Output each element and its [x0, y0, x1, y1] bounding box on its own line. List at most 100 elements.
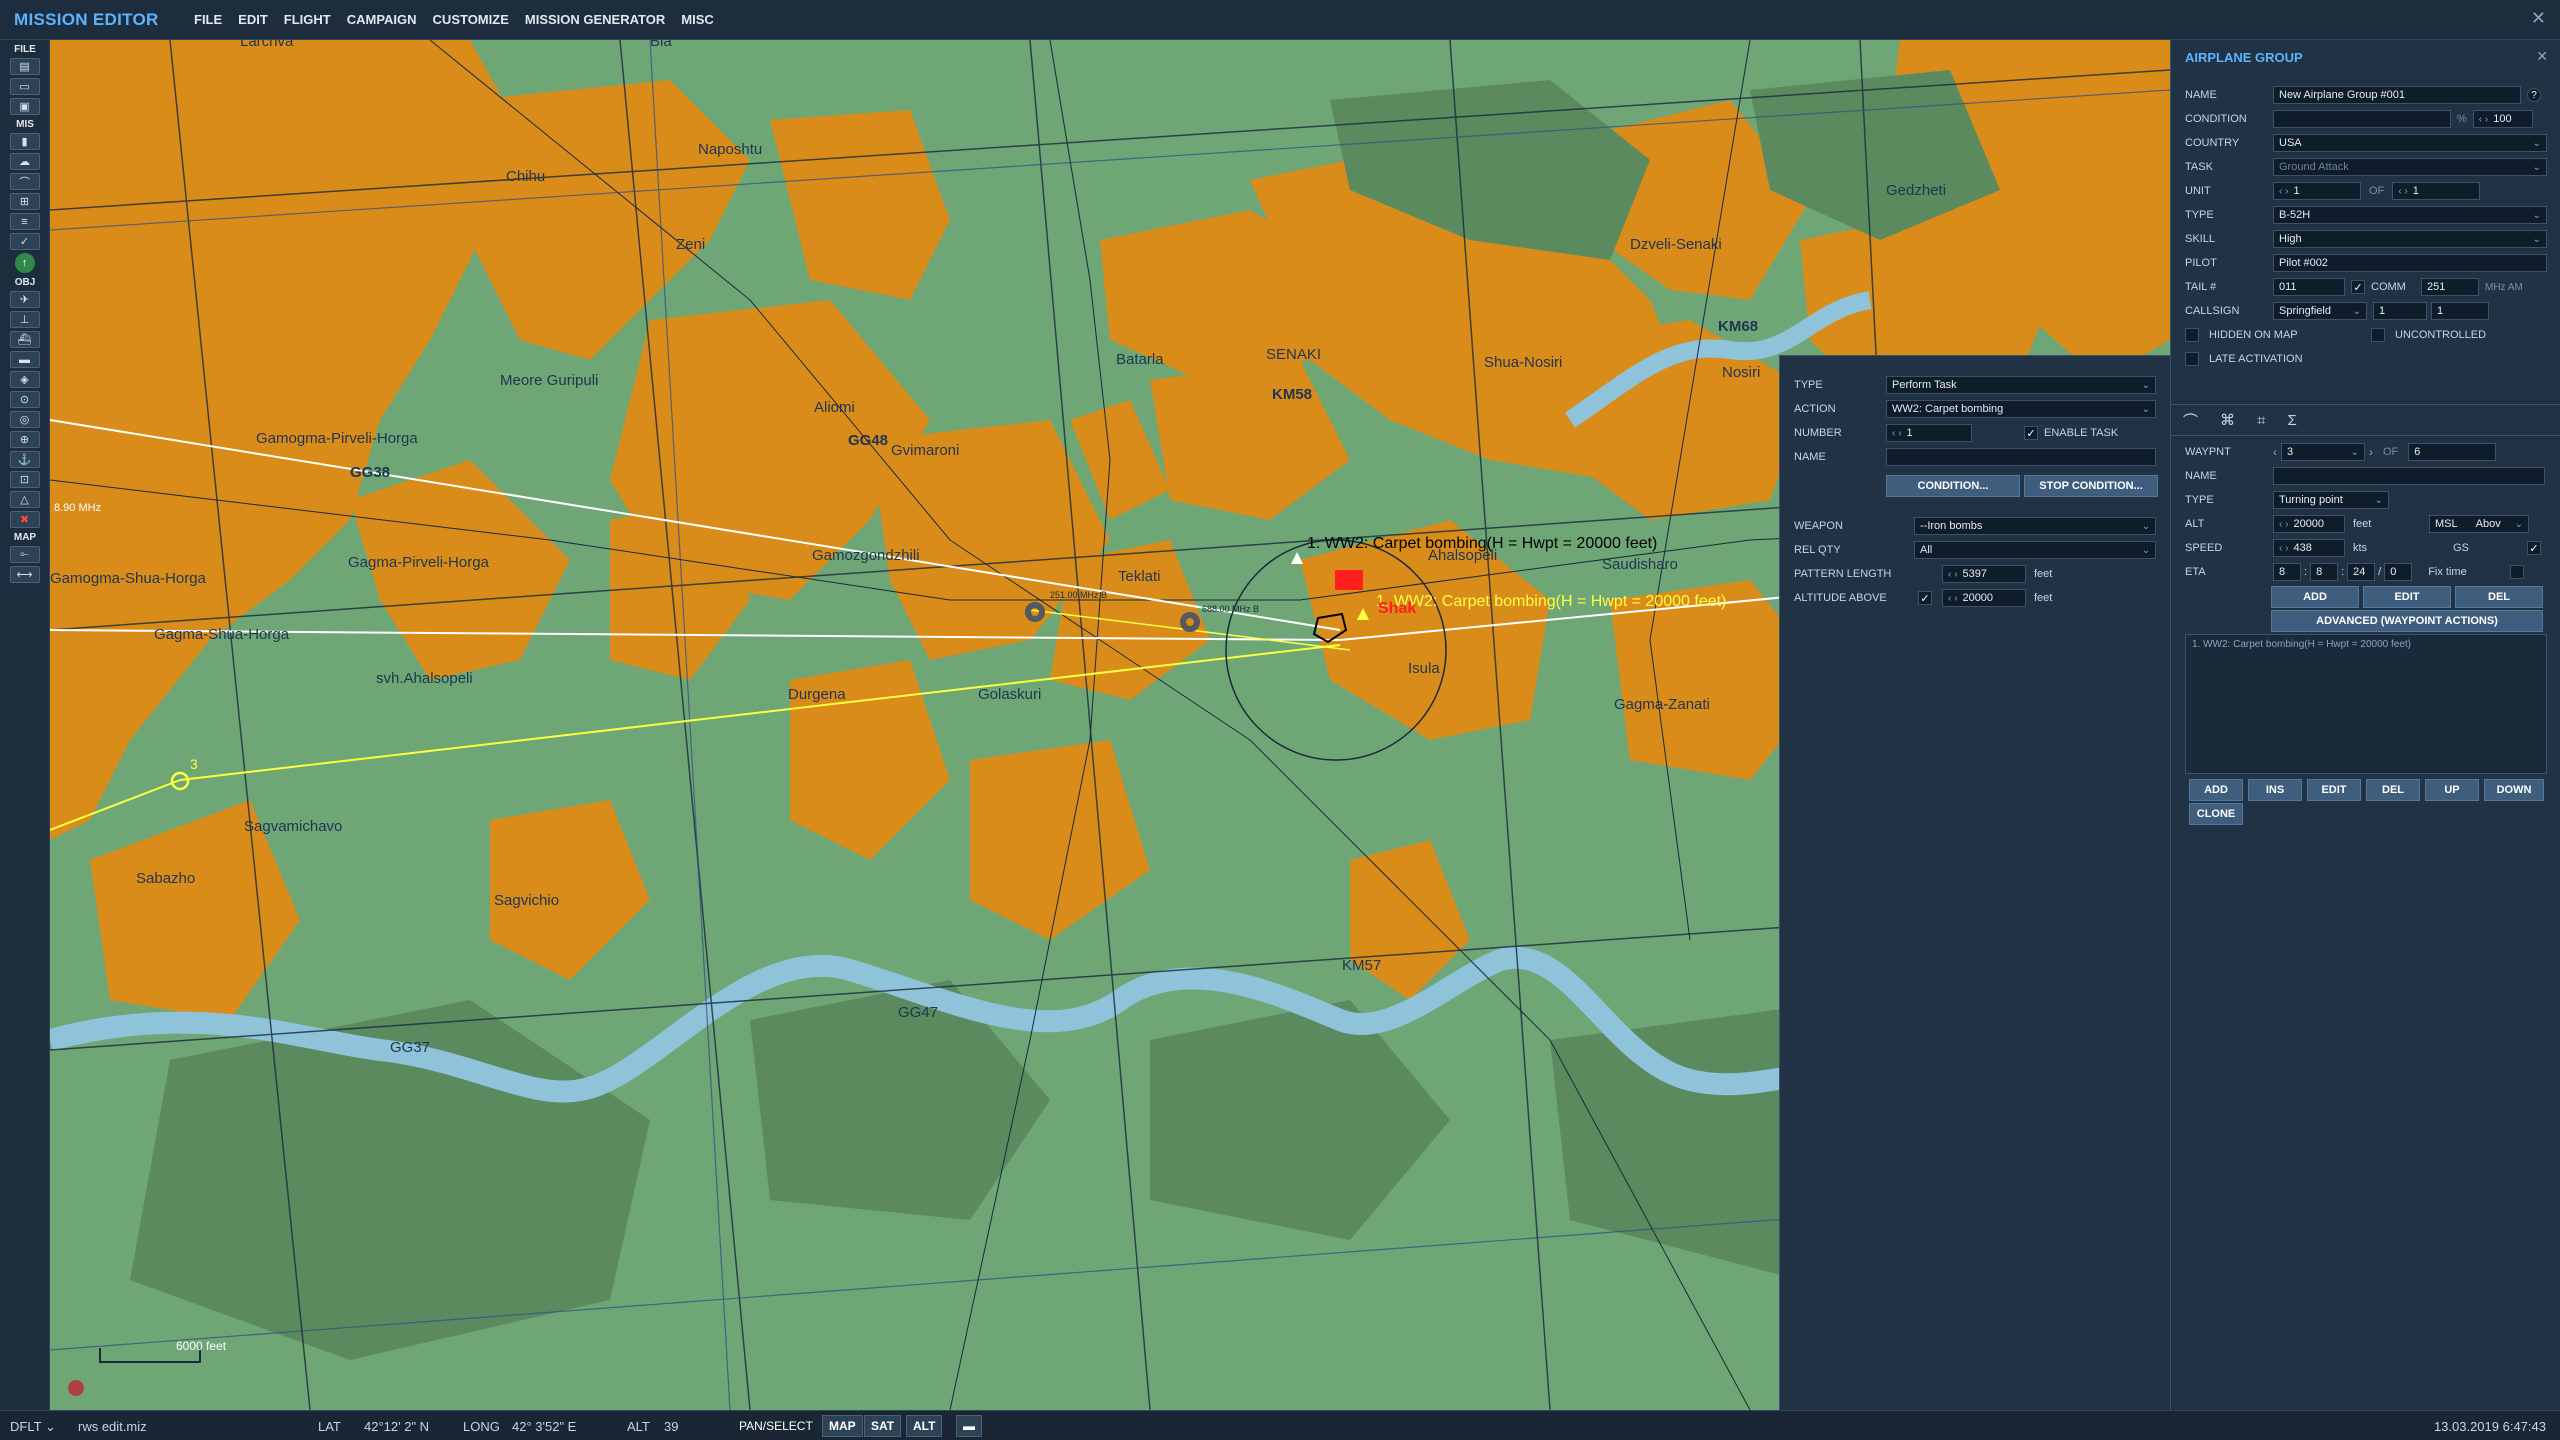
waypoint-triangle-icon[interactable]	[1291, 552, 1303, 564]
task-name-input[interactable]	[1886, 448, 2156, 466]
group-name-input[interactable]: New Airplane Group #001	[2273, 86, 2521, 104]
resource-icon[interactable]: ≡	[9, 213, 40, 230]
gs-checkbox[interactable]: ✓	[2527, 541, 2541, 555]
altitude-above-checkbox[interactable]: ✓	[1918, 591, 1932, 605]
menu-mission-generator[interactable]: MISSION GENERATOR	[523, 12, 667, 27]
route-tab-icon[interactable]: ⌒	[2183, 410, 2198, 431]
close-icon[interactable]: ✕	[2531, 8, 2546, 29]
helicopter-icon[interactable]: ⊥	[9, 311, 40, 328]
task-type-select[interactable]: Perform Task ⌄	[1886, 376, 2156, 394]
check-icon[interactable]: ✓	[9, 233, 40, 250]
eta-minute[interactable]: 24	[2347, 563, 2376, 581]
action-up-button[interactable]: UP	[2425, 779, 2479, 801]
advanced-waypoint-actions-button[interactable]: ADVANCED (WAYPOINT ACTIONS)	[2271, 610, 2543, 632]
pilot-input[interactable]: Pilot #002	[2273, 254, 2547, 272]
fix-time-checkbox[interactable]	[2510, 565, 2525, 579]
uncontrolled-checkbox[interactable]	[2371, 328, 2385, 342]
eta-day[interactable]: 8	[2273, 563, 2301, 581]
help-icon[interactable]: ?	[2527, 88, 2541, 102]
weapon-select[interactable]: --Iron bombs ⌄	[1914, 517, 2156, 535]
unit-stepper[interactable]: ‹ › 1	[2273, 182, 2361, 200]
prev-waypoint-icon[interactable]: ‹	[2273, 445, 2277, 459]
weather-icon[interactable]: ☁	[9, 153, 40, 170]
late-activation-checkbox[interactable]	[2185, 352, 2199, 366]
next-waypoint-icon[interactable]: ›	[2369, 445, 2373, 459]
eta-second[interactable]: 0	[2384, 563, 2413, 581]
loadout-tab-icon[interactable]: ⌘	[2220, 411, 2235, 429]
hidden-on-map-checkbox[interactable]	[2185, 328, 2199, 342]
action-down-button[interactable]: DOWN	[2484, 779, 2544, 801]
action-add-button[interactable]: ADD	[2189, 779, 2243, 801]
profile-select[interactable]: DFLT ⌄	[10, 1419, 56, 1435]
map-mode-button[interactable]: MAP	[822, 1415, 863, 1437]
satellite-mode-button[interactable]: SAT	[864, 1415, 902, 1437]
relqty-select[interactable]: All ⌄	[1914, 541, 2156, 559]
panel-close-icon[interactable]: ✕	[2536, 48, 2548, 65]
measure-icon[interactable]: ⟷	[9, 566, 40, 583]
comm-frequency-input[interactable]: 251	[2421, 278, 2479, 296]
save-file-icon[interactable]: ▣	[9, 98, 40, 115]
briefing-icon[interactable]: ▮	[9, 133, 40, 150]
eta-hour[interactable]: 8	[2310, 563, 2339, 581]
skill-select[interactable]: High ⌄	[2273, 230, 2547, 248]
record-icon[interactable]	[68, 1380, 84, 1396]
menu-customize[interactable]: CUSTOMIZE	[431, 12, 511, 27]
pan-select-button[interactable]: PAN/SELECT	[732, 1415, 820, 1437]
open-file-icon[interactable]: ▭	[9, 78, 40, 95]
waypoint-select[interactable]: 3 ⌄	[2281, 443, 2365, 461]
shapes-icon[interactable]: △	[9, 491, 40, 508]
number-stepper[interactable]: ‹ › 1	[1886, 424, 1972, 442]
callsign-number-2[interactable]: 1	[2431, 302, 2489, 320]
waypoint-name-input[interactable]	[2273, 467, 2545, 485]
action-clone-button[interactable]: CLONE	[2189, 803, 2243, 825]
action-insert-button[interactable]: INS	[2248, 779, 2302, 801]
template-icon[interactable]: ⊡	[9, 471, 40, 488]
payload-tab-icon[interactable]: ⌗	[2257, 412, 2265, 429]
waypoint-type-select[interactable]: Turning point ⌄	[2273, 491, 2389, 509]
new-file-icon[interactable]: ▤	[9, 58, 40, 75]
target-marker[interactable]	[1335, 570, 1363, 590]
ruler-icon[interactable]: ⟜	[9, 546, 40, 563]
pattern-length-stepper[interactable]: ‹ › 5397	[1942, 565, 2026, 583]
action-select[interactable]: WW2: Carpet bombing ⌄	[1886, 400, 2156, 418]
callsign-number-1[interactable]: 1	[2373, 302, 2427, 320]
unit-total-stepper[interactable]: ‹ › 1	[2392, 182, 2481, 200]
country-select[interactable]: USA ⌄	[2273, 134, 2547, 152]
goals-icon[interactable]: ⌒	[9, 173, 40, 190]
anchor-icon[interactable]: ⚓	[9, 451, 40, 468]
task-select[interactable]: Ground Attack ⌄	[2273, 158, 2547, 176]
action-list-item[interactable]: 1. WW2: Carpet bombing(H = Hwpt = 20000 …	[2192, 639, 2540, 650]
callsign-select[interactable]: Springfield ⌄	[2273, 302, 2367, 320]
condition-button[interactable]: CONDITION...	[1886, 475, 2020, 497]
static-object-icon[interactable]: ◈	[9, 371, 40, 388]
waypoint-del-button[interactable]: DEL	[2455, 586, 2543, 608]
summary-tab-icon[interactable]: Σ	[2287, 412, 2296, 429]
delete-icon[interactable]: ✖	[9, 511, 40, 528]
ship-icon[interactable]: ⛴	[9, 331, 40, 348]
altitude-above-stepper[interactable]: ‹ › 20000	[1942, 589, 2026, 607]
menu-campaign[interactable]: CAMPAIGN	[345, 12, 419, 27]
alt-type-select[interactable]: MSL Abov ⌄	[2429, 515, 2529, 533]
vehicle-icon[interactable]: ▬	[9, 351, 40, 368]
map-layers-icon[interactable]: ▬	[956, 1415, 982, 1437]
enable-task-checkbox[interactable]: ✓	[2024, 426, 2038, 440]
triggers-icon[interactable]: ⊞	[9, 193, 40, 210]
action-delete-button[interactable]: DEL	[2366, 779, 2420, 801]
tail-number-input[interactable]: 011	[2273, 278, 2345, 296]
stop-condition-button[interactable]: STOP CONDITION...	[2024, 475, 2158, 497]
menu-edit[interactable]: EDIT	[236, 12, 270, 27]
probability-stepper[interactable]: ‹ › 100	[2472, 110, 2533, 128]
menu-flight[interactable]: FLIGHT	[282, 12, 333, 27]
nav-point-icon[interactable]: ⊕	[9, 431, 40, 448]
airplane-icon[interactable]: ✈	[9, 291, 40, 308]
zone-icon[interactable]: ⊙	[9, 391, 40, 408]
menu-file[interactable]: FILE	[192, 12, 224, 27]
target-icon[interactable]: ◎	[9, 411, 40, 428]
altitude-mode-button[interactable]: ALT	[906, 1415, 943, 1437]
speed-stepper[interactable]: ‹ › 438	[2273, 539, 2345, 557]
fly-mission-icon[interactable]: ↑	[14, 253, 35, 273]
alt-stepper[interactable]: ‹ › 20000	[2273, 515, 2345, 533]
aircraft-type-select[interactable]: B-52H ⌄	[2273, 206, 2547, 224]
action-edit-button[interactable]: EDIT	[2307, 779, 2361, 801]
menu-misc[interactable]: MISC	[679, 12, 716, 27]
